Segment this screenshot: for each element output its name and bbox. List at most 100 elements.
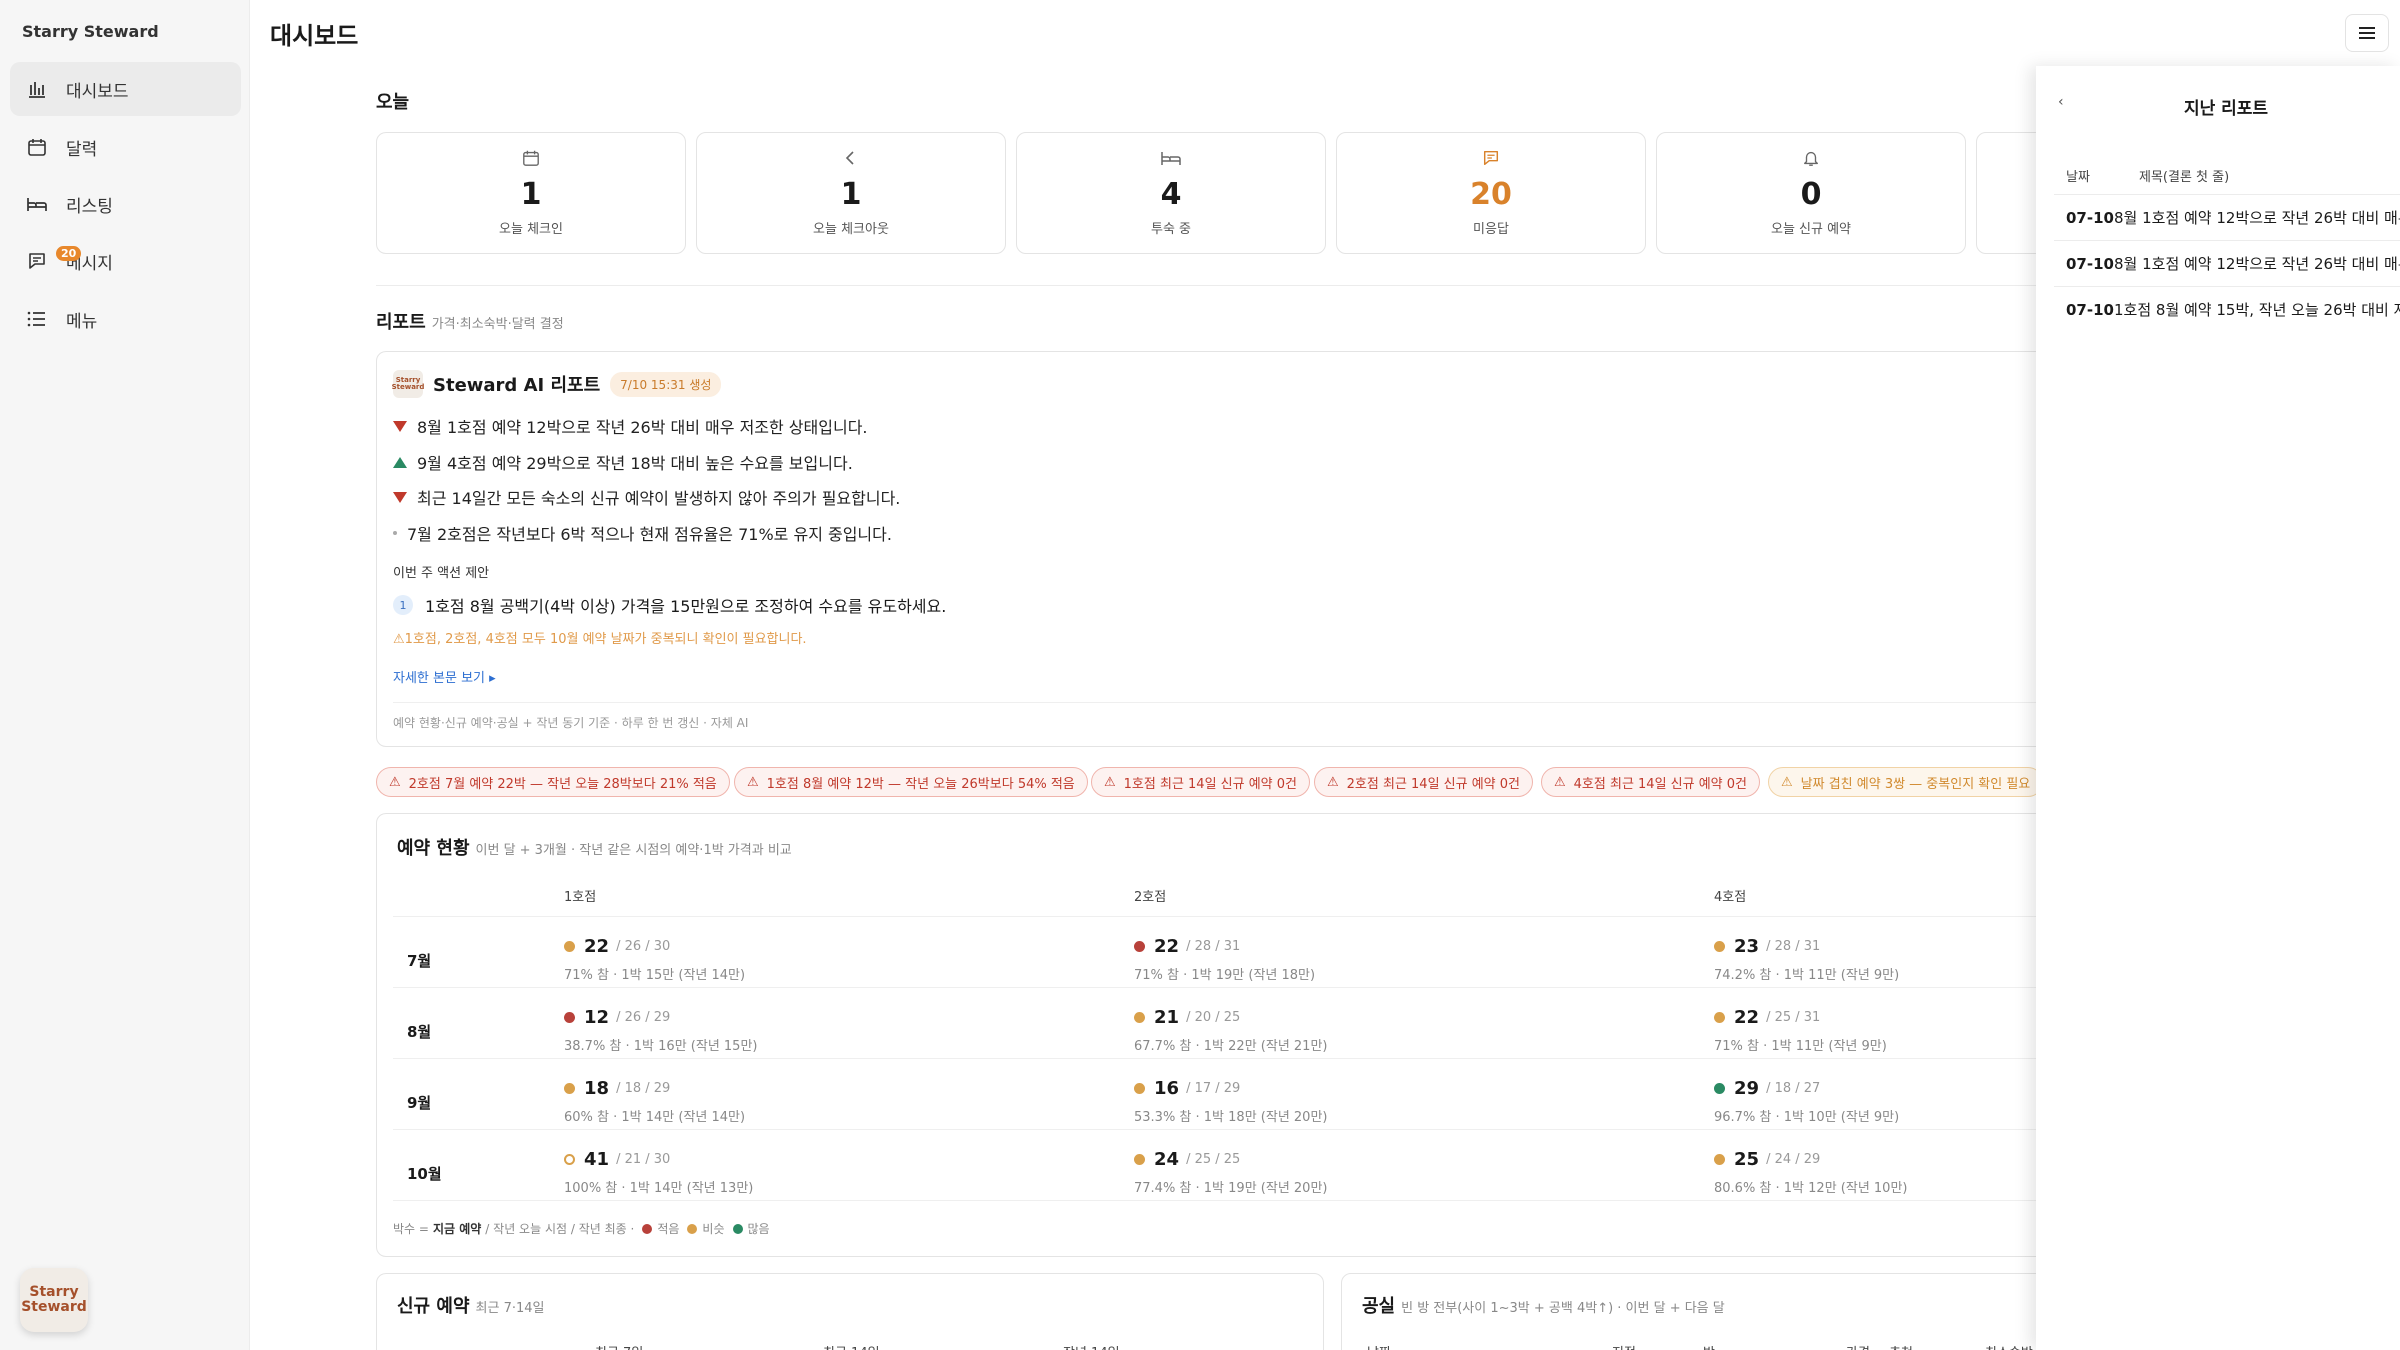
trend-up-icon — [393, 456, 407, 468]
stat-card-unanswered[interactable]: 20 미응답 — [1336, 132, 1646, 254]
legend-rest: / 작년 오늘 시점 / 작년 최종 · — [485, 1222, 635, 1236]
booking-cell[interactable]: 22 / 25 / 31 71% 참 · 1박 11만 (작년 9만) — [1714, 1007, 1887, 1054]
logo-line: Steward — [21, 1299, 87, 1315]
sidebar-item-listing[interactable]: 리스팅 — [10, 177, 241, 231]
vacancy-subtitle: 빈 방 전부(사이 1~3박 + 공백 4박↑) · 이번 달 + 다음 달 — [1401, 1301, 1725, 1316]
calendar-icon — [377, 149, 685, 169]
bar-chart-icon — [26, 78, 48, 100]
alert-text: 2호점 7월 예약 22박 — 작년 오늘 28박보다 21% 적음 — [408, 776, 717, 792]
comparison-nights: / 26 / 29 — [616, 1010, 671, 1025]
booked-nights: 16 — [1154, 1078, 1180, 1099]
page-title: 대시보드 — [270, 22, 359, 50]
trend-down-icon — [393, 491, 407, 503]
column-header: 지점 — [1612, 1342, 1636, 1350]
sidebar-item-label: 메뉴 — [66, 311, 98, 332]
column-header: 날짜 — [1367, 1342, 1391, 1350]
stat-label: 투숙 중 — [1150, 222, 1191, 237]
booking-cell[interactable]: 21 / 20 / 25 67.7% 참 · 1박 22만 (작년 21만) — [1134, 1007, 1327, 1054]
alert-chip[interactable]: ⚠ 날짜 겹친 예약 3쌍 — 중복인지 확인 필요 — [1768, 767, 2044, 797]
stat-value: 1 — [840, 177, 862, 212]
booking-cell[interactable]: 24 / 25 / 25 77.4% 참 · 1박 19만 (작년 20만) — [1134, 1149, 1327, 1196]
stat-card-checkin[interactable]: 1 오늘 체크인 — [376, 132, 686, 254]
comparison-nights: / 28 / 31 — [1766, 939, 1821, 954]
new-bookings-card: 신규 예약 최근 7·14일 최근 7일 최근 14일 작년 14일 — [376, 1273, 1324, 1350]
stat-card-staying[interactable]: 4 투숙 중 — [1016, 132, 1326, 254]
sidebar-item-calendar[interactable]: 달력 — [10, 120, 241, 174]
sidebar-item-dashboard[interactable]: 대시보드 — [10, 62, 241, 116]
column-header: 작년 14일 — [1063, 1342, 1120, 1350]
booked-nights: 22 — [1154, 936, 1180, 957]
booking-cell[interactable]: 25 / 24 / 29 80.6% 참 · 1박 12만 (작년 10만) — [1714, 1149, 1907, 1196]
occupancy-price: 74.2% 참 · 1박 11만 (작년 9만) — [1714, 968, 1900, 983]
report-title: 8월 1호점 예약 12박으로 작년 26박 대비 매우 저조한 상태입니다. — [2113, 255, 2400, 273]
report-bullet: 9월 4호점 예약 29박으로 작년 18박 대비 높은 수요를 보입니다. — [393, 450, 853, 474]
report-bullet: 최근 14일간 모든 숙소의 신규 예약이 발생하지 않아 주의가 필요합니다. — [393, 485, 900, 509]
warning-icon: ⚠ — [393, 632, 405, 647]
booked-nights: 22 — [1734, 1007, 1760, 1028]
stat-value: 20 — [1470, 177, 1512, 212]
alert-chip[interactable]: ⚠ 4호점 최근 14일 신규 예약 0건 — [1541, 767, 1761, 797]
report-header: Starry Steward Steward AI 리포트 7/10 15:31… — [392, 370, 722, 398]
booking-cell[interactable]: 22 / 26 / 30 71% 참 · 1박 15만 (작년 14만) — [564, 936, 745, 983]
past-report-row[interactable]: 07-10 8월 1호점 예약 12박으로 작년 26박 대비 매우 저조한 상… — [2054, 240, 2400, 286]
message-icon — [1337, 149, 1645, 169]
past-report-row[interactable]: 07-10 8월 1호점 예약 12박으로 작년 26박 대비 매우 저조한 상… — [2054, 194, 2400, 240]
booking-cell[interactable]: 12 / 26 / 29 38.7% 참 · 1박 16만 (작년 15만) — [564, 1007, 757, 1054]
action-number: 1 — [393, 595, 413, 615]
occupancy-price: 71% 참 · 1박 11만 (작년 9만) — [1714, 1039, 1887, 1054]
comparison-nights: / 25 / 31 — [1766, 1010, 1821, 1025]
occupancy-price: 60% 참 · 1박 14만 (작년 14만) — [564, 1110, 746, 1125]
divider — [393, 702, 2053, 703]
booking-cell[interactable]: 23 / 28 / 31 74.2% 참 · 1박 11만 (작년 9만) — [1714, 936, 1899, 983]
booking-cell[interactable]: 16 / 17 / 29 53.3% 참 · 1박 18만 (작년 20만) — [1134, 1078, 1327, 1125]
booked-nights: 21 — [1154, 1007, 1180, 1028]
booking-cell[interactable]: 29 / 18 / 27 96.7% 참 · 1박 10만 (작년 9만) — [1714, 1078, 1899, 1125]
message-icon: 20 — [26, 246, 82, 272]
report-heading-text: 리포트 — [376, 312, 426, 333]
report-timestamp-badge: 7/10 15:31 생성 — [610, 371, 722, 397]
legend-dot-similar — [687, 1223, 698, 1234]
action-warning: ⚠1호점, 2호점, 4호점 모두 10월 예약 날짜가 중복되니 확인이 필요… — [393, 628, 807, 647]
occupancy-price: 53.3% 참 · 1박 18만 (작년 20만) — [1134, 1110, 1328, 1125]
calendar-icon — [26, 136, 48, 158]
report-title: 1호점 8월 예약 15박, 작년 오늘 26박 대비 저조합니다. — [2113, 301, 2400, 319]
stat-card-new-bookings[interactable]: 0 오늘 신규 예약 — [1656, 132, 1966, 254]
logo-line: Starry — [29, 1284, 79, 1300]
stat-label: 오늘 체크인 — [499, 222, 563, 237]
alert-chip[interactable]: ⚠ 1호점 최근 14일 신규 예약 0건 — [1091, 767, 1311, 797]
stat-label: 오늘 체크아웃 — [813, 222, 889, 237]
booking-cell[interactable]: 41 / 21 / 30 100% 참 · 1박 14만 (작년 13만) — [564, 1149, 753, 1196]
booking-title-text: 예약 현황 — [397, 838, 470, 859]
report-heading: 리포트 가격·최소숙박·달력 결정 — [376, 308, 564, 334]
past-report-row[interactable]: 07-10 1호점 8월 예약 15박, 작년 오늘 26박 대비 저조합니다. — [2054, 286, 2400, 332]
sidebar-item-menu[interactable]: 메뉴 — [10, 292, 241, 346]
warning-icon: ⚠ — [1554, 774, 1566, 790]
alert-chip[interactable]: ⚠ 1호점 8월 예약 12박 — 작년 오늘 26박보다 54% 적음 — [734, 767, 1088, 797]
warning-text: 1호점, 2호점, 4호점 모두 10월 예약 날짜가 중복되니 확인이 필요합… — [404, 632, 807, 647]
comparison-nights: / 24 / 29 — [1766, 1152, 1821, 1167]
booked-nights: 12 — [584, 1007, 610, 1028]
hamburger-icon — [2359, 27, 2375, 39]
column-header: 최근 14일 — [823, 1342, 880, 1350]
stat-card-checkout[interactable]: 1 오늘 체크아웃 — [696, 132, 1006, 254]
hamburger-menu-button[interactable] — [2345, 14, 2389, 52]
sidebar-item-messages[interactable]: 20 메시지 — [10, 234, 241, 288]
alert-chip[interactable]: ⚠ 2호점 7월 예약 22박 — 작년 오늘 28박보다 21% 적음 — [376, 767, 730, 797]
report-footer: 예약 현황·신규 예약·공실 + 작년 동기 기준 · 하루 한 번 갱신 · … — [393, 716, 749, 730]
booking-status-title: 예약 현황 이번 달 + 3개월 · 작년 같은 시점의 예약·1박 가격과 비교 — [397, 834, 792, 860]
vacancy-card: 공실 빈 방 전부(사이 1~3박 + 공백 4박↑) · 이번 달 + 다음 달… — [1341, 1273, 2076, 1350]
comparison-nights: / 21 / 30 — [616, 1152, 671, 1167]
app-logo[interactable]: Starry Steward — [20, 1268, 88, 1332]
bullet-text: 7월 2호점은 작년보다 6박 적으나 현재 점유율은 71%로 유지 중입니다… — [407, 525, 892, 544]
actions-title: 이번 주 액션 제안 — [393, 566, 490, 581]
booking-cell[interactable]: 18 / 18 / 29 60% 참 · 1박 14만 (작년 14만) — [564, 1078, 745, 1125]
alert-chip[interactable]: ⚠ 2호점 최근 14일 신규 예약 0건 — [1314, 767, 1534, 797]
stat-value: 4 — [1160, 177, 1182, 212]
read-more-link[interactable]: 자세한 본문 보기 ▸ — [393, 667, 496, 686]
status-dot-icon — [564, 1154, 575, 1165]
bullet-text: 8월 1호점 예약 12박으로 작년 26박 대비 매우 저조한 상태입니다. — [417, 418, 868, 437]
action-item: 1 1호점 8월 공백기(4박 이상) 가격을 15만원으로 조정하여 수요를 … — [393, 593, 946, 617]
occupancy-price: 38.7% 참 · 1박 16만 (작년 15만) — [564, 1039, 758, 1054]
booking-cell[interactable]: 22 / 28 / 31 71% 참 · 1박 19만 (작년 18만) — [1134, 936, 1315, 983]
today-heading: 오늘 — [376, 92, 410, 113]
